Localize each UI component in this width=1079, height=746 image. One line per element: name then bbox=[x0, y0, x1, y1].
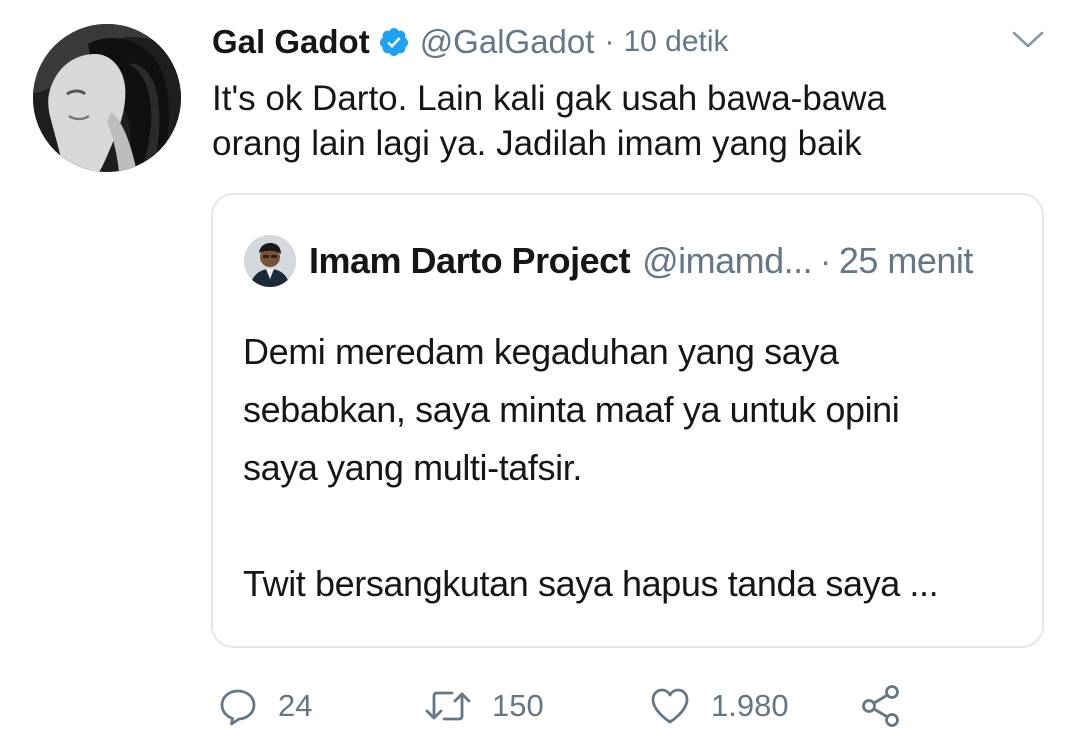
quoted-paragraph-2: Twit bersangkutan saya hapus tanda saya … bbox=[243, 563, 939, 604]
reply-count: 24 bbox=[278, 688, 313, 723]
heart-icon bbox=[651, 688, 689, 724]
quoted-author-handle: @imamd... bbox=[642, 240, 813, 281]
quoted-tweet-header: Imam Darto Project @imamd... · 25 menit bbox=[309, 235, 973, 287]
reply-icon bbox=[220, 689, 256, 726]
author-avatar[interactable] bbox=[33, 24, 181, 172]
quoted-author-display-name: Imam Darto Project bbox=[309, 240, 631, 281]
verified-badge-icon bbox=[378, 26, 410, 58]
tweet-timestamp[interactable]: 10 detik bbox=[623, 25, 728, 59]
tweet-actions: 24 150 1.980 bbox=[212, 684, 1042, 728]
author-handle[interactable]: @GalGadot bbox=[420, 23, 595, 61]
share-icon bbox=[862, 685, 899, 727]
quoted-author-avatar bbox=[244, 235, 296, 287]
quoted-tweet-text: Demi meredam kegaduhan yang saya sebabka… bbox=[243, 323, 1023, 613]
chevron-down-icon[interactable] bbox=[1010, 28, 1046, 52]
quoted-tweet-timestamp: 25 menit bbox=[838, 240, 974, 281]
quoted-paragraph-1: Demi meredam kegaduhan yang saya sebabka… bbox=[243, 331, 900, 488]
tweet[interactable]: Gal Gadot @GalGadot · 10 detik It's ok D… bbox=[0, 0, 1079, 746]
author-display-name[interactable]: Gal Gadot bbox=[212, 23, 370, 61]
like-button[interactable]: 1.980 bbox=[649, 684, 789, 728]
reply-button[interactable]: 24 bbox=[218, 684, 312, 728]
share-button[interactable] bbox=[859, 684, 903, 728]
quoted-header-separator: · bbox=[820, 242, 831, 279]
header-separator: · bbox=[604, 25, 615, 58]
retweet-icon bbox=[425, 691, 471, 721]
tweet-header: Gal Gadot @GalGadot · 10 detik bbox=[212, 20, 729, 64]
tweet-text: It's ok Darto. Lain kali gak usah bawa-b… bbox=[212, 79, 886, 163]
retweet-button[interactable]: 150 bbox=[424, 684, 544, 728]
quoted-tweet-card[interactable]: Imam Darto Project @imamd... · 25 menit … bbox=[211, 193, 1044, 648]
like-count: 1.980 bbox=[711, 688, 789, 723]
retweet-count: 150 bbox=[492, 688, 544, 723]
author-avatar-image bbox=[33, 24, 181, 172]
